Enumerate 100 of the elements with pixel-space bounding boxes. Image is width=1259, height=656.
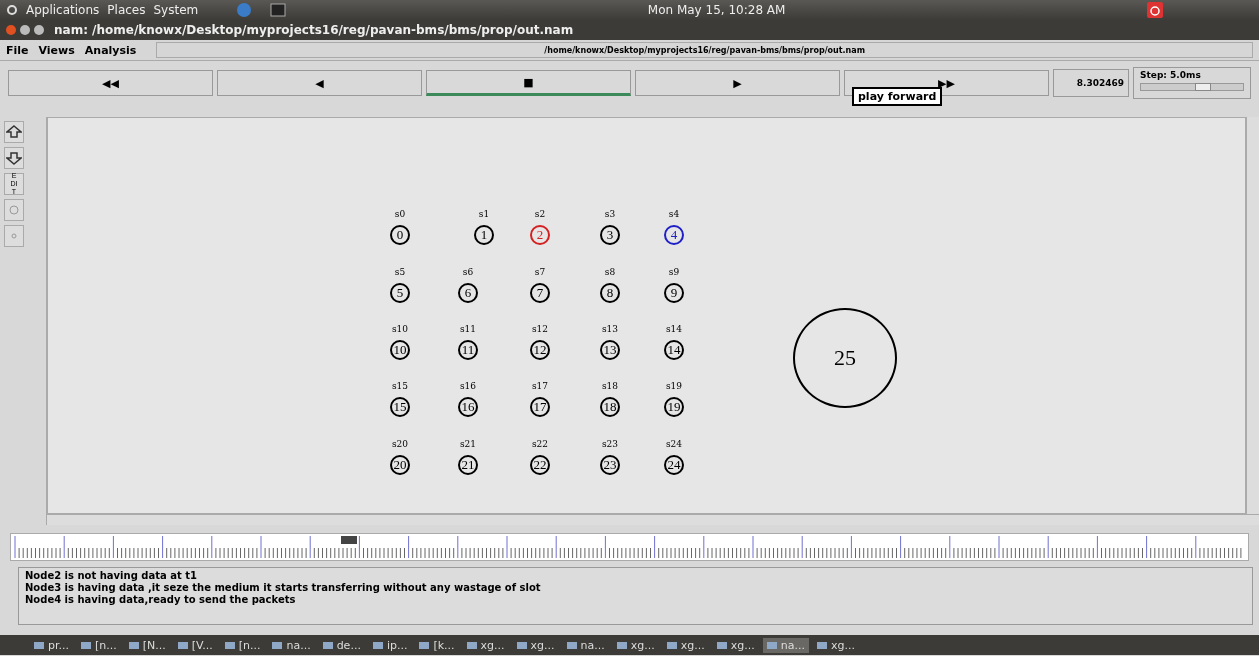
taskbar-item[interactable]: [n... — [220, 637, 265, 653]
taskbar-item[interactable]: xg... — [812, 637, 859, 653]
network-node[interactable]: 2 — [530, 225, 550, 245]
taskbar-item[interactable]: ip... — [368, 637, 412, 653]
node-label: s21 — [459, 439, 477, 449]
circle-tool-button[interactable] — [4, 199, 24, 221]
node-label: s24 — [665, 439, 683, 449]
network-node[interactable]: 5 — [390, 283, 410, 303]
window-icon — [34, 641, 44, 649]
slider-thumb[interactable] — [1195, 83, 1212, 91]
step-slider[interactable] — [1140, 83, 1244, 91]
sim-time: 8.302469 — [1053, 69, 1129, 97]
node-label: s16 — [459, 381, 477, 391]
node-label: s23 — [601, 439, 619, 449]
menu-item[interactable]: Analysis — [84, 43, 137, 57]
network-node[interactable]: 9 — [664, 283, 684, 303]
playback-button[interactable]: ▶ — [635, 70, 840, 96]
network-node[interactable]: 1 — [474, 225, 494, 245]
taskbar-item[interactable]: [N... — [124, 637, 170, 653]
node-label: s10 — [391, 324, 409, 334]
dot-tool-button[interactable] — [4, 225, 24, 247]
window-icon — [224, 641, 235, 649]
network-node[interactable]: 3 — [600, 225, 620, 245]
maximize-icon[interactable] — [34, 25, 44, 35]
node-label: s20 — [391, 439, 409, 449]
node-label: s4 — [668, 209, 680, 219]
browser-icon[interactable] — [236, 2, 253, 18]
window-icon — [128, 641, 139, 649]
network-node[interactable]: 17 — [530, 397, 550, 417]
node-label: s0 — [394, 209, 406, 219]
taskbar-item[interactable]: xg... — [612, 637, 659, 653]
network-node[interactable]: 12 — [530, 340, 550, 360]
playback-button[interactable]: ◀ — [217, 70, 422, 96]
minimize-icon[interactable] — [20, 25, 30, 35]
menu-item[interactable]: File — [6, 43, 29, 57]
network-node[interactable]: 20 — [390, 455, 410, 475]
taskbar-item[interactable]: pr... — [30, 637, 73, 653]
network-node[interactable]: 21 — [458, 455, 478, 475]
file-path: /home/knowx/Desktop/myprojects16/reg/pavan-bms/bms/prop/out.nam — [156, 42, 1253, 58]
node-label: s14 — [665, 324, 683, 334]
network-node[interactable]: 15 — [390, 397, 410, 417]
network-node[interactable]: 23 — [600, 455, 620, 475]
network-node[interactable]: 10 — [390, 340, 410, 360]
network-node[interactable]: 7 — [530, 283, 550, 303]
zoom-in-icon — [6, 125, 22, 139]
window-icon — [272, 641, 283, 649]
network-node[interactable]: 22 — [530, 455, 550, 475]
node-label: s12 — [531, 324, 549, 334]
window-icon — [616, 641, 627, 649]
zoom-in-button[interactable] — [4, 121, 24, 143]
node-label: s2 — [534, 209, 546, 219]
annotation-text: Node4 is having data,ready to send the packets — [25, 594, 297, 605]
network-node[interactable]: 14 — [664, 340, 684, 360]
taskbar-item[interactable]: xg... — [712, 637, 759, 653]
network-node[interactable]: 0 — [390, 225, 410, 245]
taskbar-item[interactable]: na... — [562, 637, 609, 653]
taskbar-item[interactable]: de... — [318, 637, 365, 653]
panel-menu[interactable]: Applications — [26, 3, 100, 17]
network-node[interactable]: 24 — [664, 455, 684, 475]
network-node[interactable]: 16 — [458, 397, 478, 417]
taskbar-item[interactable]: xg... — [662, 637, 709, 653]
node-label: s6 — [462, 267, 474, 277]
playback-button[interactable]: ◀◀ — [8, 70, 213, 96]
vertical-scrollbar[interactable] — [1246, 117, 1259, 514]
menu-item[interactable]: Views — [38, 43, 75, 57]
network-node[interactable]: 8 — [600, 283, 620, 303]
node-label: s22 — [531, 439, 549, 449]
network-node[interactable]: 19 — [664, 397, 684, 417]
zoom-out-button[interactable] — [4, 147, 24, 169]
node-label: s19 — [665, 381, 683, 391]
node-label: s17 — [531, 381, 549, 391]
panel-menu[interactable]: Places — [107, 3, 146, 17]
window-icon — [666, 641, 677, 649]
node-label: s5 — [394, 267, 406, 277]
panel-menu[interactable]: System — [153, 3, 199, 17]
taskbar-item[interactable]: [n... — [77, 637, 121, 653]
network-node[interactable]: 13 — [600, 340, 620, 360]
taskbar-item[interactable]: [V... — [173, 637, 217, 653]
network-node[interactable]: 6 — [458, 283, 478, 303]
close-icon[interactable] — [6, 25, 16, 35]
taskbar-item[interactable]: xg... — [512, 637, 559, 653]
node-label: s18 — [601, 381, 619, 391]
horizontal-scrollbar[interactable] — [47, 514, 1259, 525]
taskbar-item[interactable]: na... — [268, 637, 315, 653]
node-label: s8 — [604, 267, 616, 277]
network-node[interactable]: 18 — [600, 397, 620, 417]
terminal-icon[interactable] — [270, 3, 287, 17]
step-label: Step: 5.0ms — [1140, 70, 1202, 80]
network-node[interactable]: 11 — [458, 340, 478, 360]
taskbar-item[interactable]: xg... — [462, 637, 509, 653]
taskbar-item[interactable]: na... — [762, 637, 809, 653]
network-node[interactable]: 4 — [664, 225, 684, 245]
taskbar-item[interactable]: [k... — [415, 637, 459, 653]
playback-button[interactable]: ■ — [426, 70, 631, 96]
window-title: nam: /home/knowx/Desktop/myprojects16/reg/pavan-bms/bms/prop/out.nam — [54, 23, 574, 37]
window-icon — [566, 641, 577, 649]
power-icon[interactable] — [1147, 2, 1163, 18]
network-node[interactable]: 25 — [793, 308, 897, 408]
clock[interactable]: Mon May 15, 10:28 AM — [647, 3, 786, 17]
node-label: s11 — [459, 324, 477, 334]
